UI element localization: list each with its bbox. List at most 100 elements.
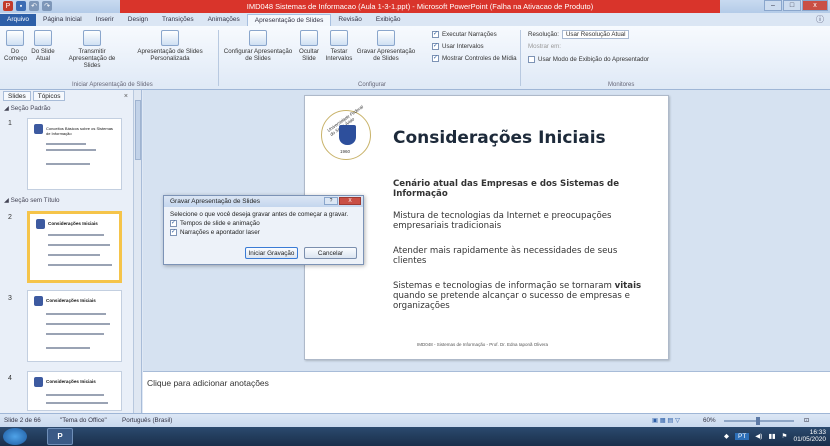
fit-to-window-icon[interactable]: ⊡ <box>804 417 809 424</box>
zoom-level[interactable]: 60% <box>703 417 716 424</box>
text-line <box>48 244 110 246</box>
slide-thumbnail[interactable]: Considerações Iniciais <box>27 371 122 411</box>
view-buttons[interactable]: ▣ ▦ ▤ ▽ <box>652 417 680 424</box>
maximize-button[interactable]: □ <box>783 0 801 11</box>
slide-thumbnail[interactable]: Conceitos Básicos sobre os Sistemas de I… <box>27 118 122 190</box>
clock[interactable]: 16:33 01/05/2020 <box>793 429 826 443</box>
narrations-checkbox[interactable]: ✓ Narrações e apontador laser <box>170 229 357 236</box>
from-current-button[interactable]: Do Slide Atual <box>30 30 56 62</box>
close-icon[interactable]: × <box>124 93 128 100</box>
flag-icon[interactable]: ⚑ <box>782 432 788 440</box>
language-indicator-tray[interactable]: PT <box>734 432 750 440</box>
text-line <box>46 323 110 325</box>
slide-thumbnail[interactable]: Considerações Iniciais <box>27 290 122 362</box>
tab-home[interactable]: Página Inicial <box>36 14 89 26</box>
close-button[interactable]: x <box>802 0 828 11</box>
slide-number: 2 <box>8 214 12 221</box>
window-title: IMD048 Sistemas de Informacao (Aula 1-3-… <box>120 0 720 13</box>
resolution-row: Resolução: Usar Resolução Atual <box>528 30 630 39</box>
shield-icon <box>339 125 356 145</box>
section-untitled[interactable]: ◢ Seção sem Título <box>4 197 59 204</box>
slide-paragraph-1: Mistura de tecnologias da Internet e pre… <box>393 211 612 231</box>
slide-paragraph-3: Sistemas e tecnologias de informação se … <box>393 281 642 311</box>
tab-design[interactable]: Design <box>121 14 155 26</box>
pane-tabs: Slides Tópicos × <box>0 90 141 102</box>
dialog-actions: Iniciar Gravação Cancelar <box>245 247 357 259</box>
cancel-button[interactable]: Cancelar <box>304 247 357 259</box>
hide-slide-icon <box>300 30 318 46</box>
checkbox-checked-icon: ✓ <box>432 31 439 38</box>
tab-review[interactable]: Revisão <box>331 14 368 26</box>
dialog-body: Selecione o que você deseja gravar antes… <box>164 207 363 240</box>
resolution-dropdown[interactable]: Usar Resolução Atual <box>561 30 630 39</box>
zoom-slider[interactable] <box>724 417 794 425</box>
powerpoint-icon[interactable]: P <box>3 1 13 11</box>
show-on-label: Mostrar em: <box>528 43 562 50</box>
rehearse-timings-button[interactable]: Testar Intervalos <box>324 30 354 62</box>
show-on-row: Mostrar em: <box>528 43 561 50</box>
group-separator <box>520 30 521 86</box>
slideshow-start-icon <box>6 30 24 46</box>
tab-slides[interactable]: Slides <box>3 91 31 101</box>
from-start-button[interactable]: Do Começo <box>4 30 27 62</box>
undo-icon[interactable]: ↶ <box>29 1 39 11</box>
checkbox-checked-icon: ✓ <box>432 43 439 50</box>
notes-placeholder: Clique para adicionar anotações <box>147 378 269 388</box>
tab-insert[interactable]: Inserir <box>89 14 121 26</box>
windows-start-button[interactable] <box>3 428 27 445</box>
hide-slide-button[interactable]: Ocultar Slide <box>296 30 322 62</box>
tab-animations[interactable]: Animações <box>201 14 247 26</box>
resolution-label: Resolução: <box>528 31 559 38</box>
media-controls-checkbox[interactable]: ✓ Mostrar Controles de Mídia <box>432 55 517 62</box>
text-line <box>48 264 112 266</box>
slide-number: 1 <box>8 120 12 127</box>
dialog-prompt: Selecione o que você deseja gravar antes… <box>170 211 349 218</box>
slideshow-current-icon <box>34 30 52 46</box>
scrollbar-thumb[interactable] <box>135 100 141 160</box>
slide-paragraph-2: Atender mais rapidamente às necessidades… <box>393 246 618 266</box>
university-logo-icon <box>34 124 43 134</box>
start-recording-button[interactable]: Iniciar Gravação <box>245 247 298 259</box>
dialog-help-button[interactable]: ? <box>324 197 338 205</box>
title-bar: P ▪ ↶ ↷ IMD048 Sistemas de Informacao (A… <box>0 0 830 13</box>
powerpoint-taskbar-button[interactable]: P <box>47 428 73 445</box>
help-icon[interactable]: ⓘ <box>816 14 824 25</box>
redo-icon[interactable]: ↷ <box>42 1 52 11</box>
university-seal-logo: Universidade Federal do Semi-Árido 1960 <box>321 104 371 160</box>
tab-view[interactable]: Exibição <box>369 14 408 26</box>
language-indicator[interactable]: Português (Brasil) <box>122 417 172 424</box>
setup-slideshow-button[interactable]: Configurar Apresentação de Slides <box>222 30 294 62</box>
text-line <box>46 143 86 145</box>
record-icon <box>377 30 395 46</box>
save-icon[interactable]: ▪ <box>16 1 26 11</box>
network-icon[interactable]: ▮▮ <box>768 432 775 440</box>
tab-outline[interactable]: Tópicos <box>32 91 66 101</box>
timings-checkbox[interactable]: ✓ Tempos de slide e animação <box>170 220 357 227</box>
tab-slideshow[interactable]: Apresentação de Slides <box>246 14 332 26</box>
section-default[interactable]: ◢ Seção Padrão <box>4 105 51 112</box>
use-timings-checkbox[interactable]: ✓ Usar Intervalos <box>432 43 484 50</box>
minimize-button[interactable]: – <box>764 0 782 11</box>
notes-pane[interactable]: Clique para adicionar anotações <box>143 371 830 413</box>
volume-icon[interactable]: ◀) <box>755 432 762 440</box>
record-slideshow-dialog: Gravar Apresentação de Slides ? X Seleci… <box>163 195 364 265</box>
tab-file[interactable]: Arquivo <box>0 14 37 26</box>
tab-transitions[interactable]: Transições <box>155 14 201 26</box>
custom-show-button[interactable]: Apresentação de Slides Personalizada <box>124 30 216 62</box>
play-narrations-checkbox[interactable]: ✓ Executar Narrações <box>432 31 497 38</box>
dialog-close-button[interactable]: X <box>339 197 361 205</box>
slide-thumbnail-selected[interactable]: Considerações Iniciais <box>27 211 122 283</box>
broadcast-button[interactable]: Transmitir Apresentação de Slides <box>62 30 122 69</box>
notification-icon[interactable]: ◆ <box>724 432 729 440</box>
slide-number: 4 <box>8 375 12 382</box>
pane-scrollbar[interactable] <box>133 90 141 413</box>
checkbox-checked-icon: ✓ <box>432 55 439 62</box>
group-label-monitors: Monitores <box>608 82 635 88</box>
text-line <box>46 402 108 404</box>
zoom-slider-knob[interactable] <box>756 417 760 425</box>
checkbox-checked-icon: ✓ <box>170 220 177 227</box>
record-slideshow-button[interactable]: Gravar Apresentação de Slides <box>356 30 416 62</box>
setup-icon <box>249 30 267 46</box>
presenter-view-checkbox[interactable]: Usar Modo de Exibição do Apresentador <box>528 56 649 63</box>
dialog-title-bar: Gravar Apresentação de Slides ? X <box>164 196 363 207</box>
